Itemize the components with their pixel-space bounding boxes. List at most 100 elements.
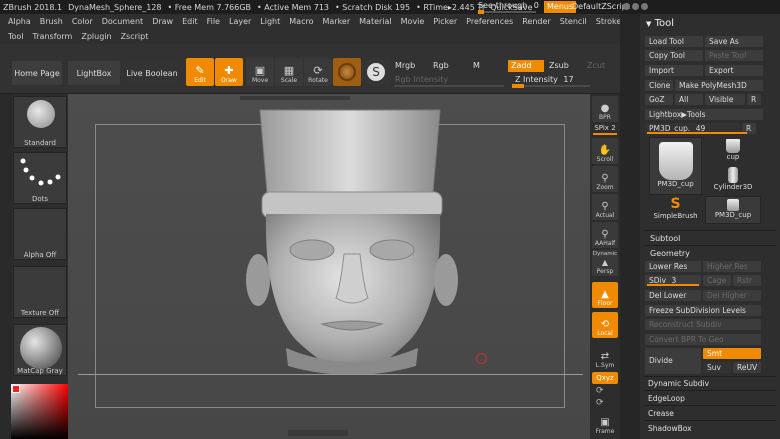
import-button[interactable]: Import xyxy=(645,65,703,76)
zsub-button[interactable]: Zsub xyxy=(546,60,580,72)
convert-bpr-button[interactable]: Convert BPR To Geo xyxy=(645,334,761,345)
paste-tool-button[interactable]: Paste Tool xyxy=(705,50,763,61)
local-button[interactable]: ⟲ Local xyxy=(592,312,618,338)
bpr-button[interactable]: ● BPR xyxy=(592,96,618,122)
clone-button[interactable]: Clone xyxy=(645,80,673,91)
live-boolean-button[interactable]: Live Boolean xyxy=(126,61,178,85)
shadowbox-header[interactable]: ShadowBox xyxy=(648,424,692,433)
m-button[interactable]: M xyxy=(470,60,506,72)
menu-item[interactable]: Color xyxy=(72,17,93,26)
tool-thumb-cup[interactable]: cup xyxy=(705,137,761,165)
export-button[interactable]: Export xyxy=(705,65,763,76)
scroll-button[interactable]: ✋ Scroll xyxy=(592,138,618,164)
canvas-top-scroll[interactable] xyxy=(240,96,350,100)
menu-item[interactable]: Preferences xyxy=(466,17,513,26)
menu-item[interactable]: Draw xyxy=(152,17,173,26)
material-selector[interactable]: MatCap Gray xyxy=(13,324,67,376)
floor-button[interactable]: ▲ Floor xyxy=(592,282,618,308)
stroke-selector[interactable]: Dots xyxy=(13,152,67,204)
scale-button[interactable]: ▦ Scale xyxy=(275,58,303,86)
menu-item[interactable]: Zplugin xyxy=(81,32,111,41)
tool-thumb-pm3d-cup-2[interactable]: PM3D_cup xyxy=(705,196,761,224)
r-button[interactable]: R xyxy=(747,94,761,105)
zoom-button[interactable]: ⚲ Zoom xyxy=(592,166,618,192)
rgb-button[interactable]: Rgb xyxy=(430,60,470,72)
cage-button[interactable]: Cage xyxy=(703,275,731,286)
reuv-button[interactable]: ReUV xyxy=(733,362,761,373)
menu-item[interactable]: Marker xyxy=(322,17,350,26)
menu-item[interactable]: Alpha xyxy=(8,17,31,26)
brush-selector[interactable]: Standard xyxy=(13,96,67,148)
menu-item[interactable]: Stroke xyxy=(596,17,622,26)
del-higher-button[interactable]: Del Higher xyxy=(703,290,761,301)
divide-button[interactable]: Divide xyxy=(645,348,701,374)
suv-toggle[interactable]: Suv xyxy=(703,362,731,373)
lsym-button[interactable]: ⇄ L.Sym xyxy=(592,344,618,370)
menu-item[interactable]: Material xyxy=(359,17,392,26)
rotate-y-icon[interactable]: ⟳ xyxy=(596,386,604,396)
menu-item[interactable]: Zscript xyxy=(121,32,149,41)
menu-item[interactable]: Transform xyxy=(33,32,73,41)
geometry-header[interactable]: Geometry xyxy=(650,249,690,258)
see-through-slider[interactable]: See-through 0 xyxy=(478,1,542,14)
menu-item[interactable]: Document xyxy=(102,17,143,26)
aahalf-button[interactable]: ⚲ AAHalf xyxy=(592,222,618,248)
zadd-button[interactable]: Zadd xyxy=(508,60,544,72)
rstr-button[interactable]: Rstr xyxy=(733,275,761,286)
smt-toggle[interactable]: Smt xyxy=(703,348,761,359)
tool-thumb-simplebrush[interactable]: S SimpleBrush xyxy=(649,196,702,224)
higher-res-button[interactable]: Higher Res xyxy=(703,261,761,272)
crease-header[interactable]: Crease xyxy=(648,409,674,418)
actual-button[interactable]: ⚲ Actual xyxy=(592,194,618,220)
menu-item[interactable]: Macro xyxy=(289,17,313,26)
xyz-button[interactable]: Qxyz xyxy=(592,372,618,384)
edgeloop-header[interactable]: EdgeLoop xyxy=(648,394,685,403)
menu-item[interactable]: Tool xyxy=(8,32,24,41)
save-as-button[interactable]: Save As xyxy=(705,36,763,47)
dynamic-subdiv-header[interactable]: Dynamic Subdiv xyxy=(648,379,709,388)
menu-item[interactable]: Brush xyxy=(40,17,63,26)
subtool-header[interactable]: Subtool xyxy=(650,234,680,243)
persp-button[interactable]: Dynamic ▲ Persp xyxy=(592,250,618,276)
color-picker[interactable] xyxy=(11,384,68,439)
visible-button[interactable]: Visible xyxy=(705,94,745,105)
menu-item[interactable]: Edit xyxy=(182,17,198,26)
spotlight-button[interactable]: S xyxy=(362,58,390,86)
main-color-swatch[interactable] xyxy=(12,385,20,393)
frame-button[interactable]: ▣ Frame xyxy=(592,410,618,436)
lower-res-button[interactable]: Lower Res xyxy=(645,261,701,272)
lightbox-tools-button[interactable]: Lightbox▶Tools xyxy=(645,109,763,120)
del-lower-button[interactable]: Del Lower xyxy=(645,290,701,301)
menu-item[interactable]: Render xyxy=(522,17,550,26)
3d-head-model[interactable] xyxy=(240,104,510,384)
edit-mode-button[interactable]: ✎ Edit xyxy=(186,58,214,86)
lightbox-button[interactable]: LightBox xyxy=(68,61,120,85)
texture-selector[interactable]: Texture Off xyxy=(13,266,67,318)
close-icon[interactable] xyxy=(641,3,648,10)
minimize-icon[interactable] xyxy=(623,3,630,10)
all-button[interactable]: All xyxy=(675,94,703,105)
freeze-subdiv-button[interactable]: Freeze SubDivision Levels xyxy=(645,305,761,316)
canvas-bottom-scroll[interactable] xyxy=(288,430,348,436)
tool-thumb-pm3d-cup[interactable]: PM3D_cup xyxy=(649,137,702,195)
maximize-icon[interactable] xyxy=(632,3,639,10)
goz-button[interactable]: GoZ xyxy=(645,94,673,105)
rotate-button[interactable]: ⟳ Rotate xyxy=(304,58,332,86)
menu-item[interactable]: Stencil xyxy=(560,17,587,26)
menu-item[interactable]: Light xyxy=(260,17,280,26)
spix-slider[interactable]: SPix 2 xyxy=(591,124,619,132)
menu-item[interactable]: Layer xyxy=(229,17,251,26)
menu-item[interactable]: Movie xyxy=(401,17,425,26)
tool-thumb-cylinder[interactable]: Cylinder3D xyxy=(705,166,761,194)
home-page-button[interactable]: Home Page xyxy=(12,61,62,85)
draw-mode-button[interactable]: ✚ Draw xyxy=(215,58,243,86)
rotate-z-icon[interactable]: ⟳ xyxy=(596,398,604,408)
move-button[interactable]: ▣ Move xyxy=(246,58,274,86)
mrgb-button[interactable]: Mrgb xyxy=(392,60,430,72)
menu-item[interactable]: Picker xyxy=(433,17,457,26)
copy-tool-button[interactable]: Copy Tool xyxy=(645,50,703,61)
material-swatch[interactable] xyxy=(333,58,361,86)
reconstruct-subdiv-button[interactable]: Reconstruct Subdiv xyxy=(645,319,761,330)
right-tray-edge[interactable] xyxy=(620,14,640,439)
zcut-button[interactable]: Zcut xyxy=(584,60,618,72)
